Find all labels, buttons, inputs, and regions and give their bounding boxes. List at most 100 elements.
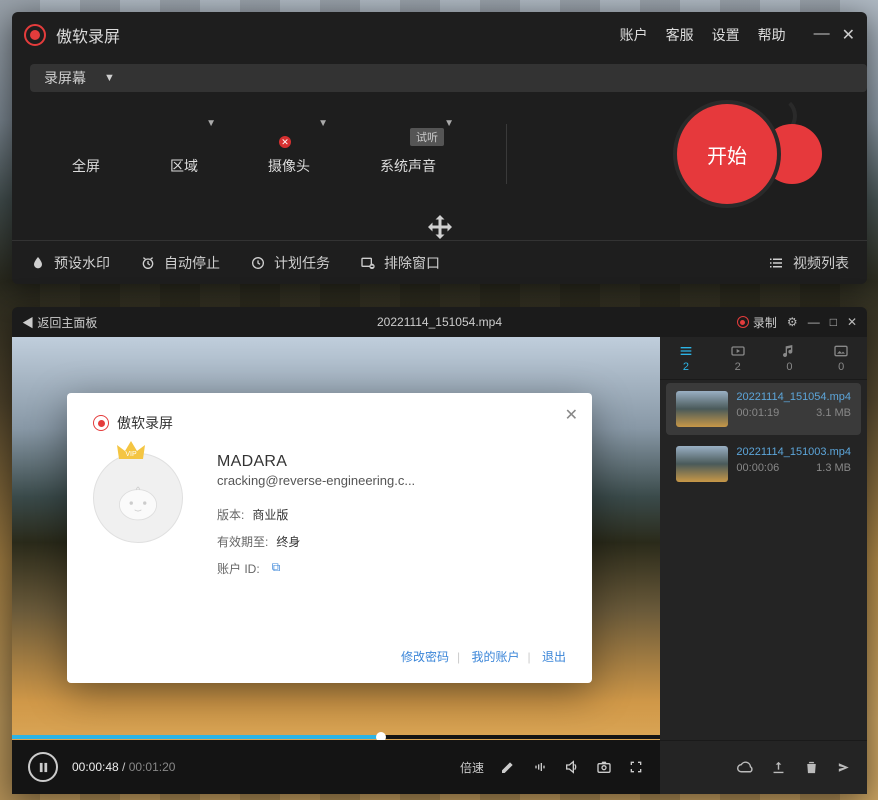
tab-audio[interactable]: 0 <box>781 343 797 373</box>
back-button[interactable]: ◀ 返回主面板 <box>22 314 97 331</box>
expire-value: 终身 <box>276 533 300 550</box>
fullscreen-icon[interactable] <box>628 759 644 775</box>
account-username: MADARA <box>217 453 566 471</box>
video-list: 20221114_151054.mp4 00:01:19 3.1 MB 20221… <box>660 380 867 493</box>
video-name: 20221114_151003.mp4 <box>736 446 851 458</box>
nav-account[interactable]: 账户 <box>620 25 648 45</box>
video-size: 1.3 MB <box>816 462 851 474</box>
chevron-down-icon: ▼ <box>206 118 216 129</box>
copy-icon[interactable]: ⧉ <box>272 560 281 577</box>
divider <box>506 124 507 184</box>
video-icon <box>730 343 746 359</box>
recorder-window: 傲软录屏 账户 客服 设置 帮助 — ✕ 录屏幕 ▼ 全屏 ▼ 区域 <box>12 12 867 284</box>
image-icon <box>833 343 849 359</box>
video-duration: 00:01:19 <box>736 407 779 419</box>
close-button[interactable]: ✕ <box>847 315 857 329</box>
svg-text:VIP: VIP <box>125 451 137 458</box>
upload-icon[interactable] <box>770 759 787 776</box>
tab-image[interactable]: 0 <box>833 343 849 373</box>
app-title: 傲软录屏 <box>56 23 120 47</box>
volume-adjust-icon[interactable] <box>532 759 548 775</box>
option-system-sound[interactable]: ▼ 试听 系统声音 <box>380 114 436 176</box>
mode-label: 录屏幕 <box>44 68 86 88</box>
video-thumbnail <box>676 446 728 482</box>
nav-help[interactable]: 帮助 <box>758 25 786 45</box>
account-id-label: 账户 ID: <box>217 560 260 577</box>
option-region[interactable]: ▼ 区域 <box>170 114 198 176</box>
speed-button[interactable]: 倍速 <box>460 759 484 776</box>
chevron-down-icon: ▼ <box>318 118 328 129</box>
video-thumbnail <box>676 391 728 427</box>
mode-dropdown[interactable]: 录屏幕 ▼ <box>30 64 867 92</box>
sidebar-controls <box>660 740 867 794</box>
chevron-down-icon: ▼ <box>104 72 115 84</box>
account-modal: ✕ 傲软录屏 VIP MADARA <box>67 393 592 683</box>
player-area: ✕ 傲软录屏 VIP MADARA <box>12 337 660 794</box>
record-button[interactable]: 录制 <box>737 314 777 331</box>
record-icon <box>737 316 749 328</box>
change-password-link[interactable]: 修改密码 <box>401 650 449 664</box>
video-list-button[interactable]: 视频列表 <box>767 253 849 273</box>
alarm-icon <box>140 255 156 271</box>
snapshot-icon[interactable] <box>596 759 612 775</box>
titlebar: 傲软录屏 账户 客服 设置 帮助 — ✕ <box>12 12 867 58</box>
clock-icon <box>250 255 266 271</box>
version-label: 版本: <box>217 506 244 523</box>
tab-video[interactable]: 2 <box>730 343 746 373</box>
pause-button[interactable] <box>28 752 58 782</box>
try-listen-badge[interactable]: 试听 <box>410 128 444 146</box>
music-icon <box>781 343 797 359</box>
video-item[interactable]: 20221114_151054.mp4 00:01:19 3.1 MB <box>666 383 861 435</box>
player-controls: 00:00:48 / 00:01:20 倍速 <box>12 740 660 794</box>
video-item[interactable]: 20221114_151003.mp4 00:00:06 1.3 MB <box>666 438 861 490</box>
minimize-button[interactable]: — <box>814 25 830 45</box>
option-fullscreen[interactable]: 全屏 <box>72 114 100 176</box>
maximize-button[interactable]: □ <box>830 315 837 329</box>
video-name: 20221114_151054.mp4 <box>736 391 851 403</box>
video-sidebar: 2 2 0 0 20221114_151054.mp4 00:01:19 3.1 … <box>660 337 867 794</box>
window-exclude-icon <box>360 255 376 271</box>
exclude-window-button[interactable]: 排除窗口 <box>360 253 440 273</box>
minimize-button[interactable]: — <box>808 315 820 329</box>
chevron-down-icon: ▼ <box>444 118 454 129</box>
current-file-title: 20221114_151054.mp4 <box>377 315 502 329</box>
vip-crown-icon: VIP <box>115 439 147 468</box>
close-button[interactable]: ✕ <box>842 25 855 45</box>
video-duration: 00:00:06 <box>736 462 779 474</box>
schedule-button[interactable]: 计划任务 <box>250 253 330 273</box>
top-nav: 账户 客服 设置 帮助 <box>620 25 786 45</box>
volume-icon[interactable] <box>564 759 580 775</box>
expire-label: 有效期至: <box>217 533 268 550</box>
watermark-button[interactable]: 预设水印 <box>30 253 110 273</box>
progress-bar[interactable] <box>12 735 660 739</box>
list-icon <box>767 254 785 272</box>
edit-icon[interactable] <box>500 759 516 775</box>
app-icon <box>93 415 109 431</box>
nav-settings[interactable]: 设置 <box>712 25 740 45</box>
video-size: 3.1 MB <box>816 407 851 419</box>
time-duration: 00:01:20 <box>129 760 176 774</box>
droplet-icon <box>30 255 46 271</box>
modal-title: 傲软录屏 <box>117 413 173 433</box>
tab-list[interactable]: 2 <box>678 343 694 373</box>
trash-icon[interactable] <box>803 759 820 776</box>
pause-icon <box>38 762 49 773</box>
export-icon[interactable] <box>836 759 853 776</box>
my-account-link[interactable]: 我的账户 <box>472 650 520 664</box>
editor-titlebar: ◀ 返回主面板 20221114_151054.mp4 录制 ⚙ — □ ✕ <box>12 307 867 337</box>
move-handle-icon[interactable] <box>422 212 458 253</box>
settings-icon[interactable]: ⚙ <box>787 315 798 329</box>
start-button[interactable]: 开始 <box>677 104 827 204</box>
time-current: 00:00:48 <box>72 760 119 774</box>
disabled-badge-icon: ✕ <box>279 136 291 148</box>
modal-close-button[interactable]: ✕ <box>565 405 578 425</box>
logout-link[interactable]: 退出 <box>542 650 566 664</box>
auto-stop-button[interactable]: 自动停止 <box>140 253 220 273</box>
account-email: cracking@reverse-engineering.c... <box>217 473 566 488</box>
nav-support[interactable]: 客服 <box>666 25 694 45</box>
cloud-icon[interactable] <box>737 759 754 776</box>
progress-fill <box>12 735 381 739</box>
app-icon <box>24 24 46 46</box>
option-camera[interactable]: ▼ ✕ 摄像头 <box>268 114 310 176</box>
capture-options: 全屏 ▼ 区域 ▼ ✕ 摄像头 ▼ 试听 系统声音 <box>12 92 867 184</box>
